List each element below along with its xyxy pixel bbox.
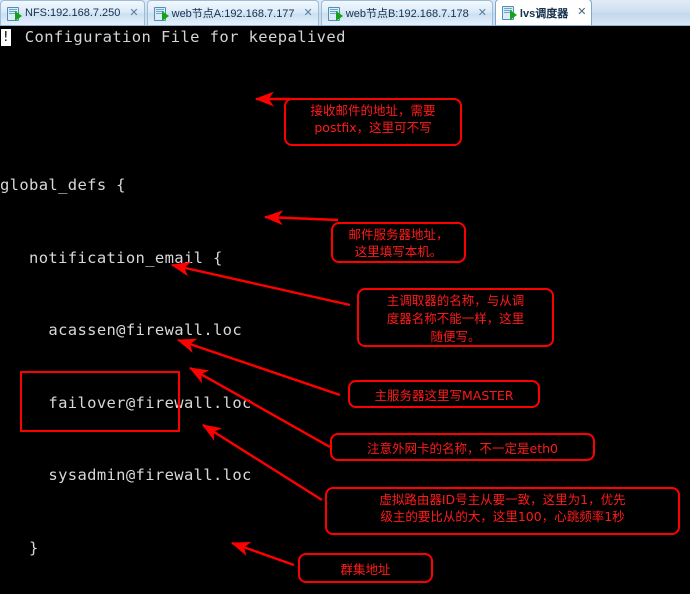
terminal-tab-icon bbox=[501, 6, 517, 20]
tab-label: NFS:192.168.7.250 bbox=[25, 7, 121, 19]
tab-label: web节点A:192.168.7.177 bbox=[171, 8, 295, 20]
tab-nfs[interactable]: NFS:192.168.7.250 ✕ bbox=[0, 0, 145, 25]
config-line bbox=[0, 100, 542, 124]
close-icon[interactable]: ✕ bbox=[129, 7, 138, 19]
keepalived-config-text: global_defs { notification_email { acass… bbox=[0, 52, 542, 594]
config-line: sysadmin@firewall.loc bbox=[0, 466, 252, 485]
config-line: acassen@firewall.loc bbox=[0, 321, 243, 340]
tab-lvs-scheduler[interactable]: lvs调度器 ✕ bbox=[494, 0, 593, 25]
tab-web-node-a[interactable]: web节点A:192.168.7.177 ✕ bbox=[146, 0, 319, 25]
terminal-pane[interactable]: ! Configuration File for keepalived glob… bbox=[0, 26, 690, 594]
tab-bar: NFS:192.168.7.250 ✕ web节点A:192.168.7.177… bbox=[0, 0, 690, 26]
terminal-tab-icon bbox=[7, 6, 22, 21]
config-line: } bbox=[0, 538, 39, 557]
terminal-tab-icon bbox=[153, 6, 169, 21]
close-icon[interactable]: ✕ bbox=[577, 7, 586, 18]
config-line: notification_email { bbox=[0, 248, 223, 267]
tab-label: lvs调度器 bbox=[519, 7, 569, 20]
text-cursor: ! bbox=[1, 28, 11, 46]
config-file-title: Configuration File for keepalived bbox=[15, 28, 346, 46]
terminal-tab-icon bbox=[327, 6, 343, 21]
config-line: failover@firewall.loc bbox=[0, 393, 252, 412]
close-icon[interactable]: ✕ bbox=[304, 7, 313, 19]
tab-label: web节点B:192.168.7.178 bbox=[345, 8, 469, 20]
terminal-title-line: ! Configuration File for keepalived bbox=[0, 26, 346, 48]
close-icon[interactable]: ✕ bbox=[478, 7, 487, 19]
config-line: global_defs { bbox=[0, 176, 126, 194]
tab-web-node-b[interactable]: web节点B:192.168.7.178 ✕ bbox=[320, 0, 493, 25]
